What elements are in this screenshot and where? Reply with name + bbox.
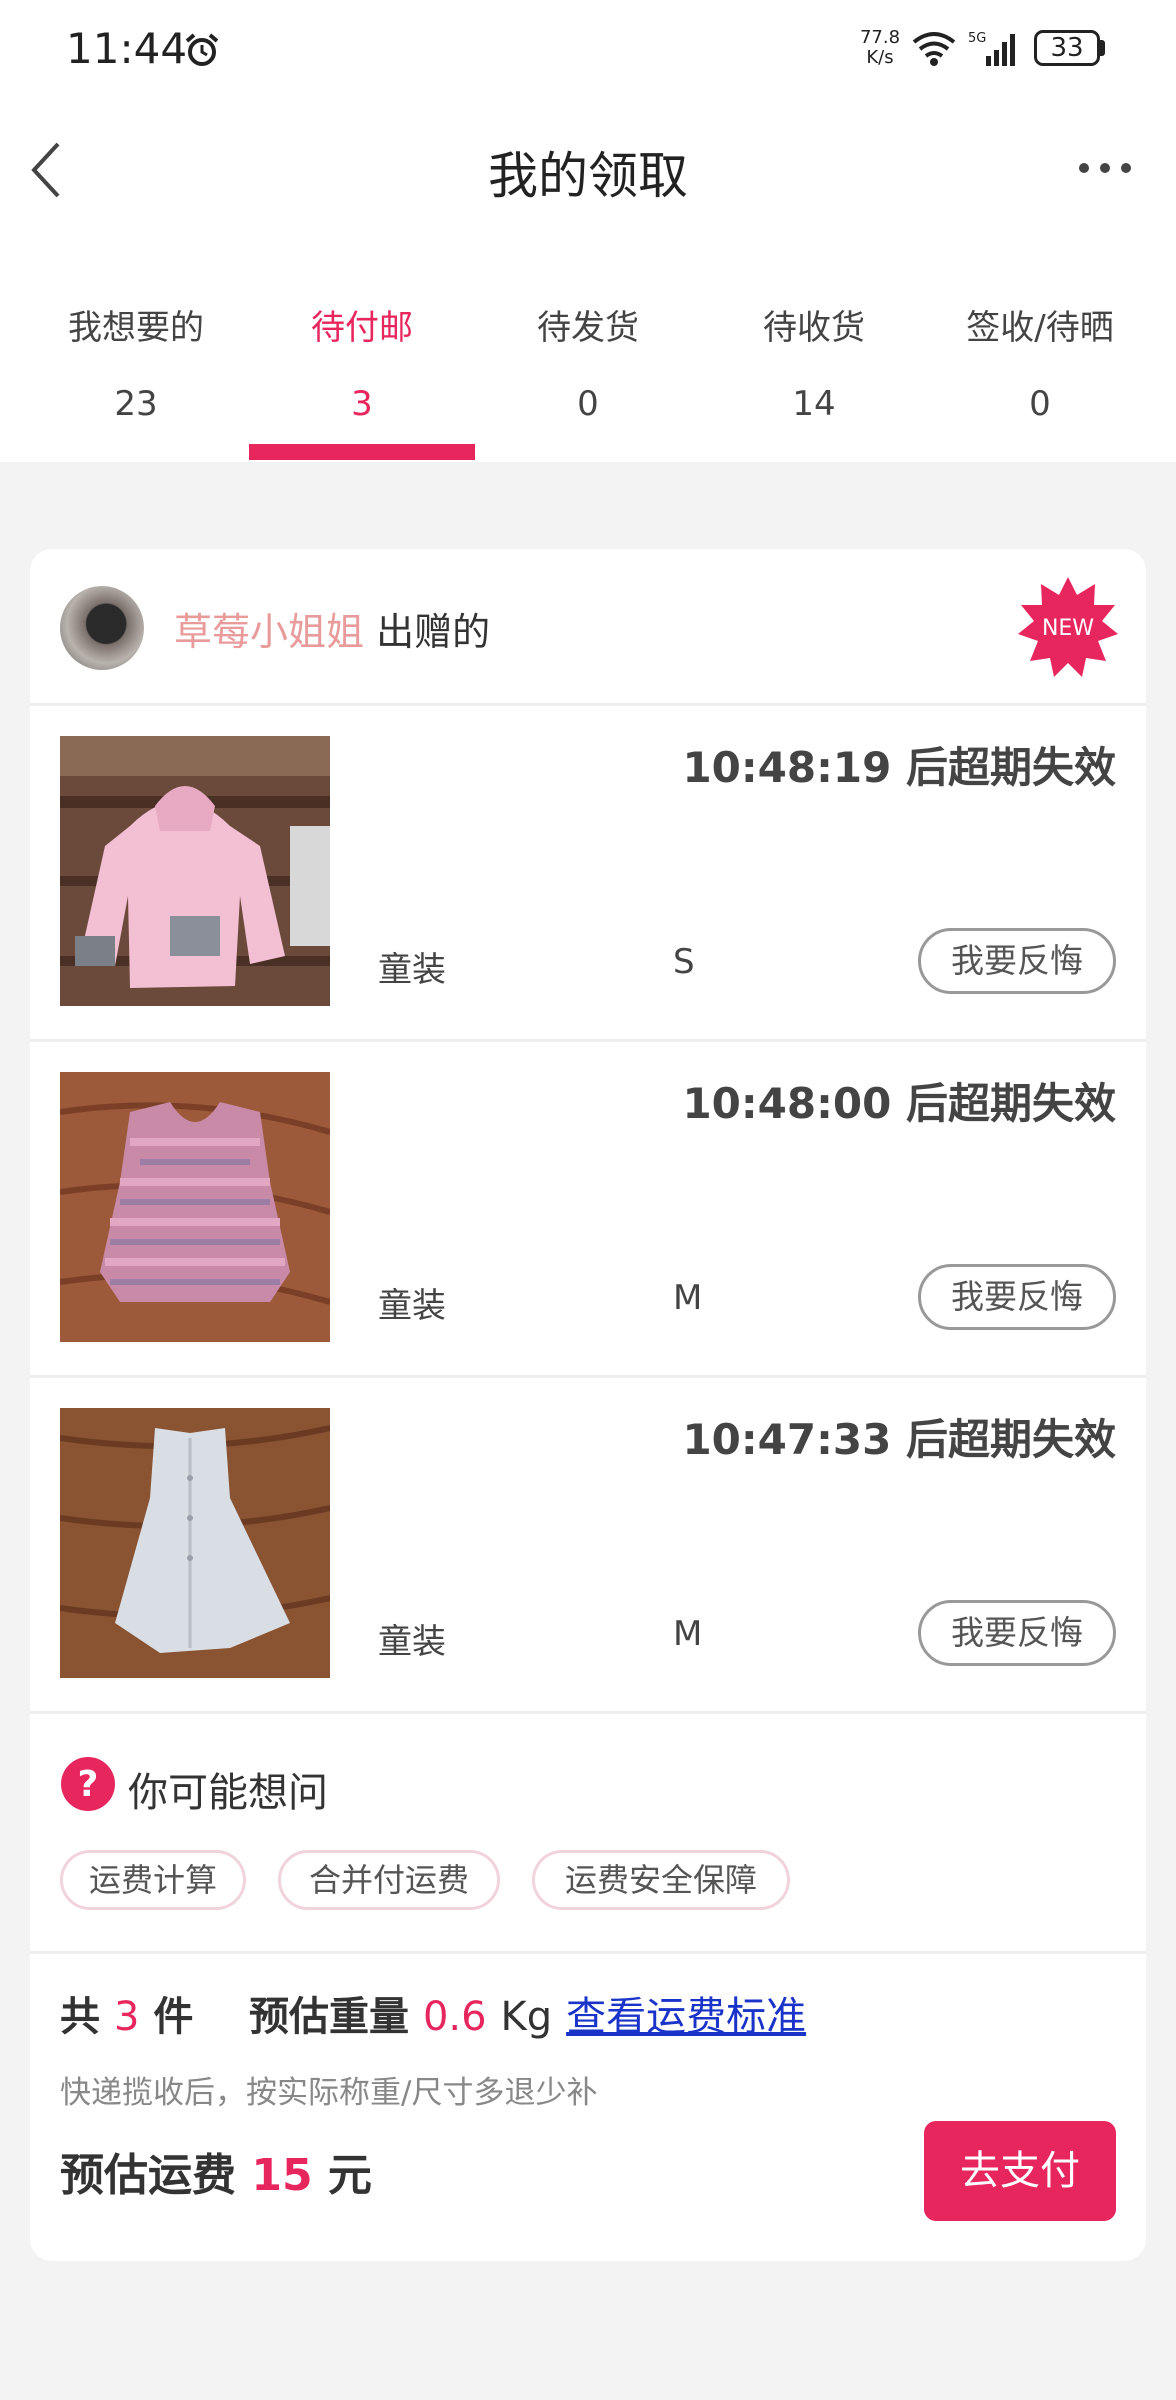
giver-suffix: 出赠的 (376, 610, 491, 654)
status-bar: 11:44 77.8 K/s 5G 33 (0, 0, 1176, 100)
network-speed: 77.8 K/s (858, 28, 902, 68)
item-size: M (673, 1278, 703, 1318)
tab-signed[interactable]: 签收/待晒 0 (927, 240, 1153, 462)
giver-line: 草莓小姐姐 出赠的 (174, 601, 490, 656)
total-suffix: 件 (153, 1994, 194, 2040)
giver-header: 草莓小姐姐 出赠的 NEW (30, 549, 1146, 706)
giver-name[interactable]: 草莓小姐姐 (174, 610, 364, 654)
faq-title: 你可能想问 (128, 1770, 328, 1816)
faq-chip-shipping-calc[interactable]: 运费计算 (60, 1850, 246, 1910)
faq-chip-merge-shipping[interactable]: 合并付运费 (278, 1850, 500, 1910)
expiry-countdown: 10:48:19 后超期失效 (682, 743, 1116, 792)
item-category: 童装 (378, 950, 446, 990)
total-count: 3 (113, 1994, 140, 2040)
tab-label: 待收货 (763, 308, 865, 348)
alarm-icon (185, 33, 219, 66)
order-card: 草莓小姐姐 出赠的 NEW 10:48:19 后超期失效 童装 S 我要反悔 1… (30, 549, 1146, 2261)
regret-button[interactable]: 我要反悔 (918, 1600, 1116, 1666)
weight-unit: Kg (500, 1994, 553, 2040)
item-size: S (673, 942, 695, 982)
weight-label: 预估重量 (249, 1994, 410, 2040)
tab-count: 14 (792, 384, 836, 424)
faq-chip-shipping-security[interactable]: 运费安全保障 (532, 1850, 790, 1910)
list-item[interactable]: 10:47:33 后超期失效 童装 M 我要反悔 (30, 1378, 1146, 1714)
wifi-icon (912, 32, 956, 66)
tab-label: 我想要的 (68, 308, 204, 348)
regret-button[interactable]: 我要反悔 (918, 928, 1116, 994)
tab-count: 0 (1029, 384, 1051, 424)
active-tab-indicator (249, 444, 475, 460)
list-item[interactable]: 10:48:00 后超期失效 童装 M 我要反悔 (30, 1042, 1146, 1378)
network-speed-value: 77.8 (859, 27, 901, 48)
estimated-fee: 预估运费 15 元 (60, 2139, 372, 2203)
item-category: 童装 (378, 1286, 446, 1326)
item-category: 童装 (378, 1622, 446, 1662)
avatar[interactable] (60, 586, 144, 670)
fee-value: 15 (251, 2150, 313, 2201)
tab-count: 3 (351, 384, 373, 424)
network-type: 5G (968, 31, 986, 46)
nav-bar: 我的领取 (0, 100, 1176, 240)
summary-line: 共 3 件 预估重量 0.6 Kg 查看运费标准 (60, 1984, 806, 2042)
knit-vest-photo[interactable] (60, 1072, 330, 1342)
fee-label: 预估运费 (60, 2150, 236, 2201)
new-badge-text: NEW (1042, 616, 1094, 641)
expiry-countdown: 10:48:00 后超期失效 (682, 1079, 1116, 1128)
white-dress-photo[interactable] (60, 1408, 330, 1678)
shipping-note: 快递揽收后，按实际称重/尺寸多退少补 (60, 2075, 598, 2111)
tab-count: 23 (114, 384, 158, 424)
tab-label: 待付邮 (311, 308, 413, 348)
tab-label: 待发货 (537, 308, 639, 348)
tab-pending-shipment[interactable]: 待发货 0 (475, 240, 701, 462)
shipping-standard-link[interactable]: 查看运费标准 (566, 1994, 806, 2040)
tab-want[interactable]: 我想要的 23 (23, 240, 249, 462)
list-item[interactable]: 10:48:19 后超期失效 童装 S 我要反悔 (30, 706, 1146, 1042)
tab-pending-postage[interactable]: 待付邮 3 (249, 240, 475, 462)
battery-tip (1100, 40, 1105, 56)
status-time: 11:44 (66, 24, 188, 73)
tab-pending-receipt[interactable]: 待收货 14 (701, 240, 927, 462)
svg-text:?: ? (78, 1764, 99, 1805)
weight-value: 0.6 (422, 1994, 487, 2040)
page-title: 我的领取 (488, 147, 688, 205)
tab-label: 签收/待晒 (966, 308, 1114, 348)
network-speed-unit: K/s (866, 47, 894, 68)
pay-button[interactable]: 去支付 (924, 2121, 1116, 2221)
battery-indicator: 33 (1034, 30, 1100, 66)
more-icon[interactable] (1076, 156, 1134, 180)
question-icon: ? (61, 1757, 115, 1811)
faq-section: ? 你可能想问 运费计算 合并付运费 运费安全保障 (30, 1716, 1146, 1954)
signal-icon: 5G (968, 31, 1015, 66)
expiry-countdown: 10:47:33 后超期失效 (682, 1415, 1116, 1464)
pink-jacket-photo[interactable] (60, 736, 330, 1006)
item-size: M (673, 1614, 703, 1654)
new-badge: NEW (1018, 577, 1118, 677)
total-prefix: 共 (60, 1994, 100, 2040)
status-tabs: 我想要的 23 待付邮 3 待发货 0 待收货 14 签收/待晒 0 (0, 240, 1176, 462)
fee-unit: 元 (327, 2150, 372, 2201)
tab-count: 0 (577, 384, 599, 424)
regret-button[interactable]: 我要反悔 (918, 1264, 1116, 1330)
